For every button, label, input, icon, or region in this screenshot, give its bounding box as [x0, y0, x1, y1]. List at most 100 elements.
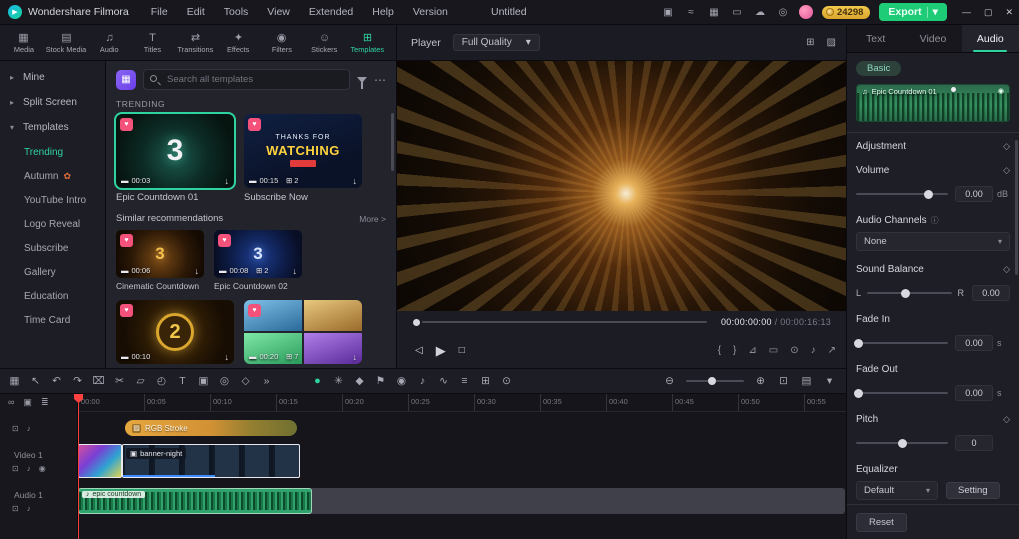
- aspect-ratio-icon[interactable]: ▭: [769, 345, 778, 356]
- marker-icon[interactable]: ⚑: [370, 371, 391, 391]
- audio-sync-icon[interactable]: ∿: [433, 371, 454, 391]
- stop-button[interactable]: □: [459, 345, 465, 356]
- link-icon[interactable]: ∞: [8, 397, 14, 408]
- favorite-icon[interactable]: ♥: [120, 234, 133, 247]
- lock-icon[interactable]: ⊡: [12, 424, 19, 433]
- undo-icon[interactable]: ↶: [46, 371, 67, 391]
- template-card-epic-countdown-01[interactable]: 3 ♥ ▬ 00:03 ↓ Epic Countdown 01: [114, 112, 236, 203]
- menu-extended[interactable]: Extended: [309, 6, 353, 18]
- voiceover-icon[interactable]: ♪: [412, 371, 433, 391]
- template-card-countdown-2[interactable]: 2 ♥ ▬ 00:10 ↓: [116, 300, 234, 364]
- speaker-icon[interactable]: ♪: [811, 345, 816, 356]
- templates-scrollbar[interactable]: [391, 113, 394, 171]
- quality-dropdown[interactable]: Full Quality ▾: [452, 34, 540, 51]
- slider-handle[interactable]: [923, 189, 933, 199]
- download-icon[interactable]: ↓: [293, 266, 298, 276]
- sidebar-item-logo-reveal[interactable]: Logo Reveal: [0, 212, 105, 236]
- keyframe-diamond-icon[interactable]: ◇: [1003, 165, 1010, 176]
- play-button[interactable]: ▶: [436, 343, 446, 359]
- close-button[interactable]: ✕: [1005, 7, 1013, 18]
- tab-media[interactable]: ▦ Media: [2, 32, 45, 54]
- sidebar-item-trending[interactable]: Trending: [0, 140, 105, 164]
- search-input[interactable]: [143, 69, 350, 90]
- progress-track[interactable]: [422, 321, 707, 323]
- maximize-button[interactable]: ▢: [984, 7, 993, 18]
- video-preview[interactable]: [396, 61, 846, 311]
- tab-transitions[interactable]: ⇄ Transitions: [174, 32, 217, 54]
- balance-value[interactable]: 0.00: [972, 285, 1010, 301]
- tab-filters[interactable]: ◉ Filters: [260, 32, 303, 54]
- mark-out-icon[interactable]: }: [733, 345, 736, 356]
- tab-stickers[interactable]: ☺ Stickers: [303, 32, 346, 54]
- more-link[interactable]: More >: [359, 214, 386, 224]
- pip-icon[interactable]: ▣: [193, 371, 214, 391]
- template-card-epic-countdown-02[interactable]: 3 ♥ ▬ 00:08 ⊞ 2 ↓ Epic Countdown 02: [214, 230, 302, 291]
- tab-audio-properties[interactable]: Audio: [961, 25, 1019, 52]
- apps-icon[interactable]: ▦: [707, 7, 721, 18]
- tab-templates[interactable]: ⊞ Templates: [346, 32, 389, 54]
- zoom-in-icon[interactable]: ⊕: [750, 371, 771, 391]
- more-options-icon[interactable]: ⋯: [374, 73, 386, 87]
- tab-stock-media[interactable]: ▤ Stock Media: [45, 32, 88, 54]
- speed-icon[interactable]: ◴: [151, 371, 172, 391]
- minimize-button[interactable]: —: [962, 7, 971, 18]
- previous-frame-button[interactable]: ◁: [415, 345, 423, 356]
- favorite-icon[interactable]: ♥: [248, 304, 261, 317]
- zoom-fit-icon[interactable]: ⊡: [773, 371, 794, 391]
- track-manage-icon[interactable]: ▤: [796, 371, 817, 391]
- effect-clip-rgb-stroke[interactable]: ▨ RGB Stroke: [125, 420, 297, 436]
- template-thumbnail[interactable]: THANKS FOR WATCHING ♥ ▬ 00:15 ⊞ 2 ↓: [244, 114, 362, 188]
- sidebar-item-gallery[interactable]: Gallery: [0, 260, 105, 284]
- sidebar-item-autumn[interactable]: Autumn ✿: [0, 164, 105, 188]
- keyframe-add-icon[interactable]: ◇: [235, 371, 256, 391]
- fade-in-value[interactable]: 0.00: [955, 335, 993, 351]
- basic-subtab[interactable]: Basic: [856, 61, 902, 76]
- template-card-subscribe-now[interactable]: THANKS FOR WATCHING ♥ ▬ 00:15 ⊞ 2 ↓ Subscr…: [244, 114, 362, 203]
- mute-icon[interactable]: ♪: [27, 424, 31, 433]
- render-preview-icon[interactable]: ⊙: [496, 371, 517, 391]
- menu-edit[interactable]: Edit: [187, 6, 205, 18]
- snap-icon[interactable]: ⊞: [475, 371, 496, 391]
- slider-handle[interactable]: [898, 438, 907, 448]
- slider-handle[interactable]: [853, 388, 863, 398]
- delete-icon[interactable]: ⌧: [88, 371, 109, 391]
- playhead[interactable]: [74, 394, 83, 539]
- snapshot-icon[interactable]: ⊙: [790, 345, 798, 356]
- keyframe-icon[interactable]: ◆: [349, 371, 370, 391]
- mute-icon[interactable]: ♪: [27, 464, 31, 473]
- slider-handle[interactable]: [853, 338, 863, 348]
- favorite-icon[interactable]: ♥: [248, 118, 261, 131]
- keyframe-dot[interactable]: [951, 87, 957, 92]
- text-tool-icon[interactable]: T: [172, 371, 193, 391]
- mute-icon[interactable]: ♪: [27, 504, 31, 513]
- track-list-icon[interactable]: ≣: [41, 397, 49, 408]
- reset-button[interactable]: Reset: [856, 513, 907, 532]
- filter-icon[interactable]: [357, 76, 367, 89]
- chroma-key-icon[interactable]: ●: [307, 371, 328, 391]
- template-thumbnail[interactable]: 3 ♥ ▬ 00:03 ↓: [114, 112, 236, 190]
- sidebar-item-education[interactable]: Education: [0, 284, 105, 308]
- media-browser-icon[interactable]: ▦: [4, 371, 25, 391]
- sidebar-item-subscribe[interactable]: Subscribe: [0, 236, 105, 260]
- equalizer-setting-button[interactable]: Setting: [946, 482, 1000, 499]
- template-thumbnail[interactable]: 3 ♥ ▬ 00:06 ↓: [116, 230, 204, 278]
- tab-effects[interactable]: ✦ Effects: [217, 32, 260, 54]
- tab-text[interactable]: Text: [847, 25, 904, 52]
- balance-slider[interactable]: [867, 288, 952, 298]
- motion-track-icon[interactable]: ◎: [214, 371, 235, 391]
- menu-view[interactable]: View: [267, 6, 290, 18]
- fade-out-slider[interactable]: [853, 388, 948, 398]
- cloud-icon[interactable]: ☁: [753, 7, 767, 18]
- redo-icon[interactable]: ↷: [67, 371, 88, 391]
- scopes-icon[interactable]: ▨: [827, 37, 836, 48]
- tab-video[interactable]: Video: [904, 25, 961, 52]
- bell-icon[interactable]: ◎: [776, 7, 790, 18]
- fade-in-slider[interactable]: [853, 338, 948, 348]
- selected-audio-clip[interactable]: ♫ Epic Countdown 01 ◉: [856, 84, 1010, 122]
- favorite-icon[interactable]: ♥: [218, 234, 231, 247]
- keyframe-diamond-icon[interactable]: ◇: [1003, 141, 1010, 152]
- crop-icon[interactable]: ▱: [130, 371, 151, 391]
- sidebar-group-templates[interactable]: ▾ Templates: [0, 115, 105, 140]
- sidebar-item-time-card[interactable]: Time Card: [0, 308, 105, 332]
- template-thumbnail[interactable]: 3 ♥ ▬ 00:08 ⊞ 2 ↓: [214, 230, 302, 278]
